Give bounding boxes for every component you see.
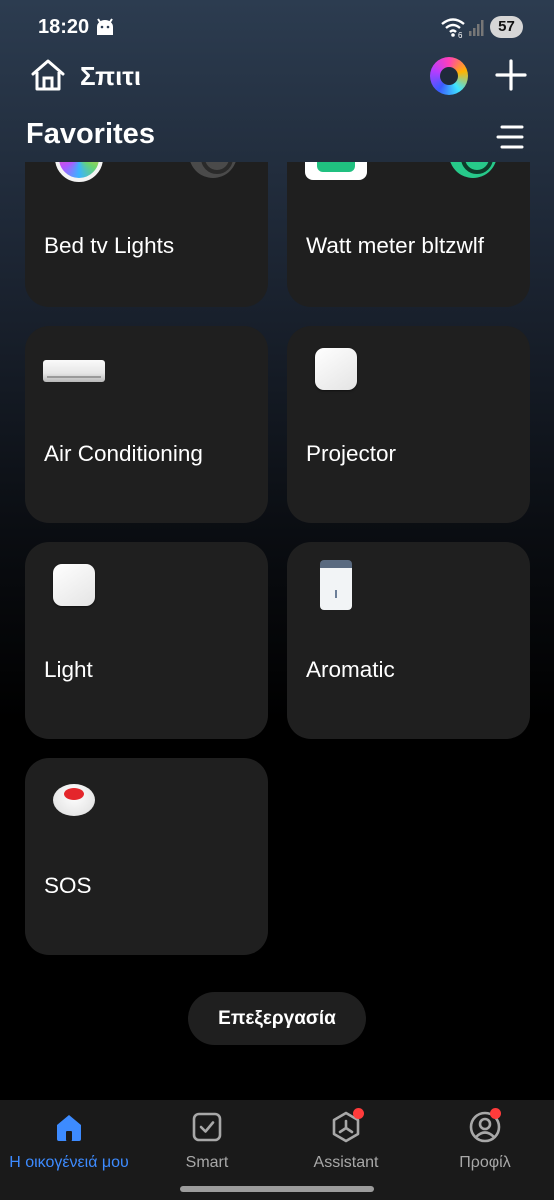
section-title: Favorites (26, 118, 155, 150)
device-image (315, 348, 357, 390)
svg-text:6: 6 (458, 31, 463, 38)
bottom-nav: Η οικογένειά μου Smart Assistant Προφίλ (0, 1100, 554, 1200)
device-name: Light (44, 657, 93, 682)
device-name: Air Conditioning (44, 441, 203, 466)
device-name: SOS (44, 873, 92, 898)
notification-badge (490, 1108, 501, 1119)
battery-indicator: 57 (490, 16, 523, 38)
nav-tab-my-family[interactable]: Η οικογένειά μου (0, 1100, 138, 1190)
nav-label: Smart (185, 1154, 229, 1171)
rgb-bulb-image (55, 162, 103, 186)
nav-tab-assistant[interactable]: Assistant (277, 1100, 415, 1190)
device-image (53, 564, 95, 606)
screen: 18:20 6 57 Σπιτι Favorites Bed tv Lights… (0, 0, 554, 1200)
checkbox-icon (192, 1112, 222, 1142)
nav-label: Assistant (313, 1154, 379, 1171)
device-name: Projector (306, 441, 397, 466)
menu-icon[interactable] (496, 124, 524, 150)
add-icon[interactable] (494, 58, 528, 92)
status-time: 18:20 (38, 16, 90, 38)
nav-tab-smart[interactable]: Smart (138, 1100, 276, 1190)
home-icon[interactable] (30, 58, 66, 92)
device-card-sos[interactable]: SOS (25, 758, 268, 955)
device-card-aromatic[interactable]: Aromatic (287, 542, 530, 739)
android-notification-icon (97, 18, 113, 35)
wifi-icon: 6 (441, 18, 465, 38)
nav-label: Η οικογένειά μου (9, 1154, 129, 1171)
sos-button-image (53, 784, 95, 816)
favorites-grid: Bed tv Lights Watt meter bltzwlf Air Con… (0, 162, 554, 1100)
signal-icon (469, 20, 484, 36)
power-toggle-icon[interactable] (449, 162, 497, 178)
home-title[interactable]: Σπιτι (80, 61, 141, 92)
device-card-light[interactable]: Light (25, 542, 268, 739)
notification-badge (353, 1108, 364, 1119)
device-card-projector[interactable]: Projector (287, 326, 530, 523)
nav-label: Προφίλ (459, 1154, 511, 1171)
power-toggle-icon[interactable] (189, 162, 237, 178)
home-icon (57, 1115, 81, 1141)
smart-plug-image (305, 162, 367, 182)
air-conditioner-image (43, 360, 105, 382)
device-card-air-conditioning[interactable]: Air Conditioning (25, 326, 268, 523)
device-name: Aromatic (306, 657, 395, 682)
ai-assistant-icon[interactable] (430, 57, 468, 95)
device-name: Bed tv Lights (44, 233, 175, 258)
diffuser-image (320, 560, 352, 610)
device-card-watt-meter[interactable]: Watt meter bltzwlf (287, 162, 530, 307)
edit-button[interactable]: Επεξεργασία (188, 992, 366, 1045)
device-name: Watt meter bltzwlf (306, 233, 484, 258)
nav-tab-profile[interactable]: Προφίλ (416, 1100, 554, 1190)
device-card-bed-tv-lights[interactable]: Bed tv Lights (25, 162, 268, 307)
gesture-bar[interactable] (180, 1186, 374, 1192)
status-bar: 18:20 6 57 (0, 0, 554, 54)
